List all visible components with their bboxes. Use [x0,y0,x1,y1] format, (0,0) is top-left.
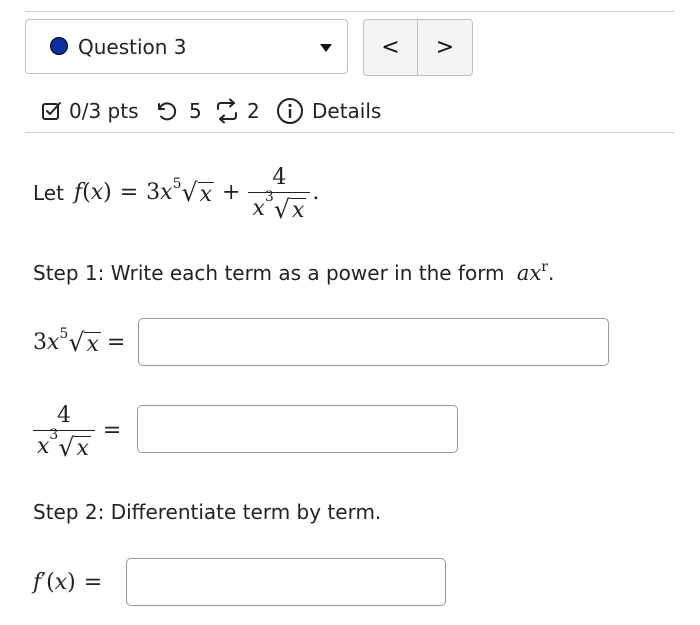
details-link[interactable]: Details [276,97,386,125]
fraction-4-over-x3-sqrt-x: 4 x 3 √ x [248,164,311,223]
checkbox-edit-icon [42,102,61,120]
problem-statement: Let f ( x ) = 3 x 5 √ x + 4 x 3 √ x . [33,164,320,225]
retries-count: 5 [189,99,202,123]
attempts-count: 2 [247,99,260,123]
derivative-answer-input[interactable] [126,558,446,606]
undo-icon [158,102,177,121]
sqrt-x: √ x [181,178,215,208]
question-label: Question 3 [78,35,187,59]
question-nav: < > [363,19,473,76]
info-icon [277,98,303,124]
term2-expression: 4 x 3 √ x = [33,395,121,467]
term1-answer-input[interactable] [138,318,609,366]
repeat-icon [217,98,237,124]
chevron-down-icon [320,44,332,52]
step2-text: Step 2: Differentiate term by term. [33,500,382,524]
chevron-right-icon: > [435,35,455,60]
step1-text: Step 1: Write each term as a power in th… [33,259,555,285]
question-status-dot [50,37,68,55]
section-divider [25,132,675,133]
chevron-left-icon: < [381,35,400,60]
top-divider [25,11,675,12]
details-label: Details [312,99,382,123]
prev-question-button[interactable]: < [364,20,419,75]
term1-expression: 3 x 5 √ x = [33,326,126,358]
question-selector[interactable]: Question 3 [25,19,348,74]
intro-text: Let [33,181,64,205]
derivative-expression: f ′(x) = [33,570,103,595]
score-text: 0/3 pts [69,99,139,123]
next-question-button[interactable]: > [418,20,472,75]
term2-answer-input[interactable] [137,405,458,453]
